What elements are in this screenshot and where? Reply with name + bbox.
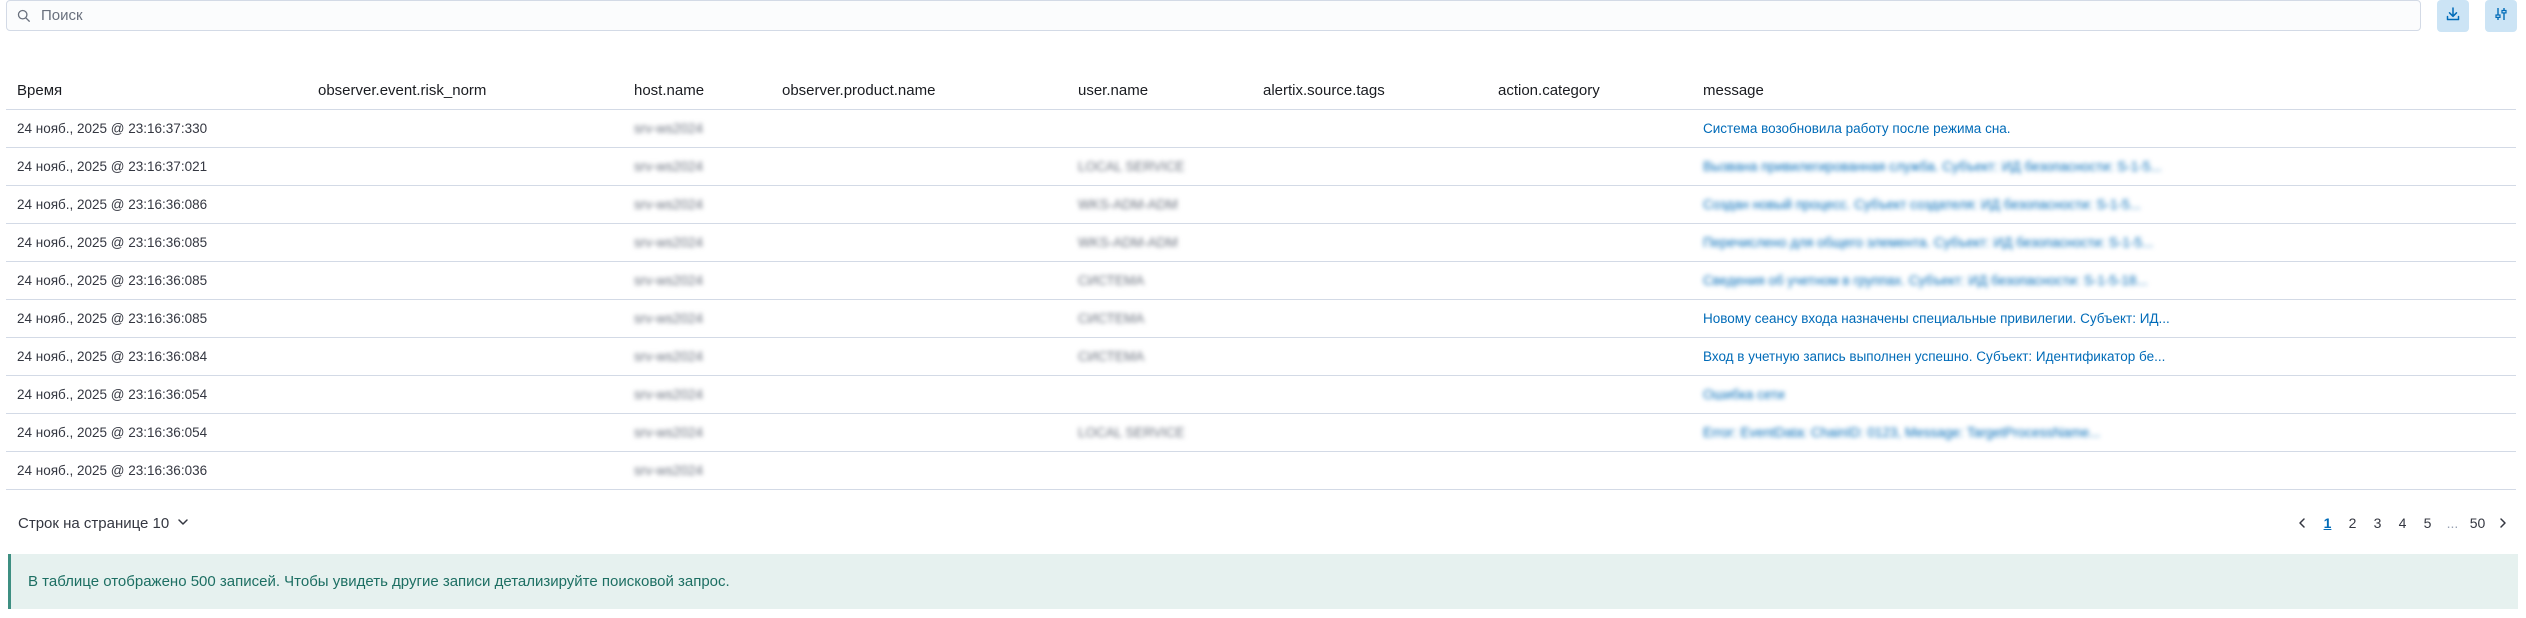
cell-user-name: WKS-ADM-ADM xyxy=(1078,197,1178,212)
cell-message[interactable]: Создан новый процесс. Субъект создателя:… xyxy=(1703,186,2141,223)
page-button-3[interactable]: 3 xyxy=(2365,515,2390,531)
cell-user-name: СИСТЕМА xyxy=(1078,349,1145,364)
cell-host-name: srv-ws2024 xyxy=(634,425,704,440)
chevron-down-icon xyxy=(177,515,189,532)
callout-text: В таблице отображено 500 записей. Чтобы … xyxy=(28,573,730,590)
cell-message[interactable]: Сведения об учетном в группах. Субъект: … xyxy=(1703,262,2148,299)
table-row[interactable]: 24 нояб., 2025 @ 23:16:36:086 srv-ws2024 W… xyxy=(6,186,2516,224)
cell-host-name: srv-ws2024 xyxy=(634,197,704,212)
rows-per-page-label: Строк на странице 10 xyxy=(18,514,170,532)
cell-host-name: srv-ws2024 xyxy=(634,273,704,288)
page-button-4[interactable]: 4 xyxy=(2390,515,2415,531)
search-icon xyxy=(7,1,41,30)
table-header: Время observer.event.risk_norm host.name… xyxy=(6,70,2516,110)
cell-message[interactable]: Вход в учетную запись выполнен успешно. … xyxy=(1703,338,2165,375)
cell-message[interactable]: Ошибка сети xyxy=(1703,376,1785,413)
column-header-time[interactable]: Время xyxy=(17,70,62,110)
download-button[interactable] xyxy=(2437,0,2469,32)
rows-per-page-select[interactable]: Строк на странице 10 xyxy=(18,511,189,535)
table-row[interactable]: 24 нояб., 2025 @ 23:16:36:084 srv-ws2024 С… xyxy=(6,338,2516,376)
page-button-last[interactable]: 50 xyxy=(2465,515,2490,531)
cell-host-name: srv-ws2024 xyxy=(634,463,704,478)
cell-host-name: srv-ws2024 xyxy=(634,387,704,402)
table-row[interactable]: 24 нояб., 2025 @ 23:16:37:330 srv-ws2024 С… xyxy=(6,110,2516,148)
column-header-action-category[interactable]: action.category xyxy=(1498,70,1600,110)
table-row[interactable]: 24 нояб., 2025 @ 23:16:36:054 srv-ws2024 L… xyxy=(6,414,2516,452)
column-header-message[interactable]: message xyxy=(1703,70,1764,110)
table-row[interactable]: 24 нояб., 2025 @ 23:16:36:054 srv-ws2024 О… xyxy=(6,376,2516,414)
table-row[interactable]: 24 нояб., 2025 @ 23:16:36:085 srv-ws2024 С… xyxy=(6,262,2516,300)
cell-host-name: srv-ws2024 xyxy=(634,121,704,136)
pagination-ellipsis: ... xyxy=(2446,515,2459,531)
chevron-right-icon xyxy=(2500,518,2506,528)
download-icon xyxy=(2445,6,2461,27)
cell-time: 24 нояб., 2025 @ 23:16:36:085 xyxy=(17,273,208,288)
cell-user-name: WKS-ADM-ADM xyxy=(1078,235,1178,250)
column-settings-button[interactable] xyxy=(2485,0,2517,32)
cell-time: 24 нояб., 2025 @ 23:16:37:021 xyxy=(17,159,208,174)
cell-time: 24 нояб., 2025 @ 23:16:36:036 xyxy=(17,463,208,478)
cell-host-name: srv-ws2024 xyxy=(634,349,704,364)
cell-time: 24 нояб., 2025 @ 23:16:36:085 xyxy=(17,311,208,326)
page-button-2[interactable]: 2 xyxy=(2340,515,2365,531)
chevron-left-icon xyxy=(2299,518,2305,528)
column-header-host-name[interactable]: host.name xyxy=(634,70,704,110)
cell-time: 24 нояб., 2025 @ 23:16:36:086 xyxy=(17,197,208,212)
table-row[interactable]: 24 нояб., 2025 @ 23:16:36:085 srv-ws2024 С… xyxy=(6,300,2516,338)
table-row[interactable]: 24 нояб., 2025 @ 23:16:36:036 srv-ws2024 xyxy=(6,452,2516,490)
records-limit-callout: В таблице отображено 500 записей. Чтобы … xyxy=(8,554,2518,609)
cell-time: 24 нояб., 2025 @ 23:16:36:085 xyxy=(17,235,208,250)
sliders-icon xyxy=(2493,6,2509,27)
cell-time: 24 нояб., 2025 @ 23:16:36:084 xyxy=(17,349,208,364)
cell-time: 24 нояб., 2025 @ 23:16:36:054 xyxy=(17,425,208,440)
page-button-5[interactable]: 5 xyxy=(2415,515,2440,531)
table-row[interactable]: 24 нояб., 2025 @ 23:16:37:021 srv-ws2024 L… xyxy=(6,148,2516,186)
search-box[interactable] xyxy=(6,0,2421,31)
cell-user-name: LOCAL SERVICE xyxy=(1078,159,1185,174)
cell-message[interactable]: Новому сеансу входа назначены специальны… xyxy=(1703,300,2170,337)
column-header-source-tags[interactable]: alertix.source.tags xyxy=(1263,70,1385,110)
cell-user-name: СИСТЕМА xyxy=(1078,311,1145,326)
cell-host-name: srv-ws2024 xyxy=(634,311,704,326)
cell-time: 24 нояб., 2025 @ 23:16:36:054 xyxy=(17,387,208,402)
cell-user-name: СИСТЕМА xyxy=(1078,273,1145,288)
events-table: Время observer.event.risk_norm host.name… xyxy=(6,70,2516,490)
column-header-user-name[interactable]: user.name xyxy=(1078,70,1148,110)
pagination: 1 2 3 4 5 ... 50 xyxy=(2289,511,2516,535)
cell-user-name: LOCAL SERVICE xyxy=(1078,425,1185,440)
cell-message[interactable]: Error: EventData: ChainID: 0123, Message… xyxy=(1703,414,2100,451)
cell-message[interactable]: Вызвана привилегированная служба. Субъек… xyxy=(1703,148,2162,185)
table-row[interactable]: 24 нояб., 2025 @ 23:16:36:085 srv-ws2024 W… xyxy=(6,224,2516,262)
cell-host-name: srv-ws2024 xyxy=(634,235,704,250)
pagination-prev-button[interactable] xyxy=(2289,517,2315,529)
pagination-next-button[interactable] xyxy=(2490,517,2516,529)
cell-message[interactable]: Перечислено для общего элемента. Субъект… xyxy=(1703,224,2153,261)
column-header-product-name[interactable]: observer.product.name xyxy=(782,70,935,110)
page-button-1[interactable]: 1 xyxy=(2315,515,2340,531)
cell-message[interactable]: Система возобновила работу после режима … xyxy=(1703,110,2011,147)
table-body: 24 нояб., 2025 @ 23:16:37:330 srv-ws2024 С… xyxy=(6,110,2516,490)
cell-time: 24 нояб., 2025 @ 23:16:37:330 xyxy=(17,121,208,136)
search-input[interactable] xyxy=(41,1,2420,30)
column-header-risk-norm[interactable]: observer.event.risk_norm xyxy=(318,70,486,110)
cell-host-name: srv-ws2024 xyxy=(634,159,704,174)
